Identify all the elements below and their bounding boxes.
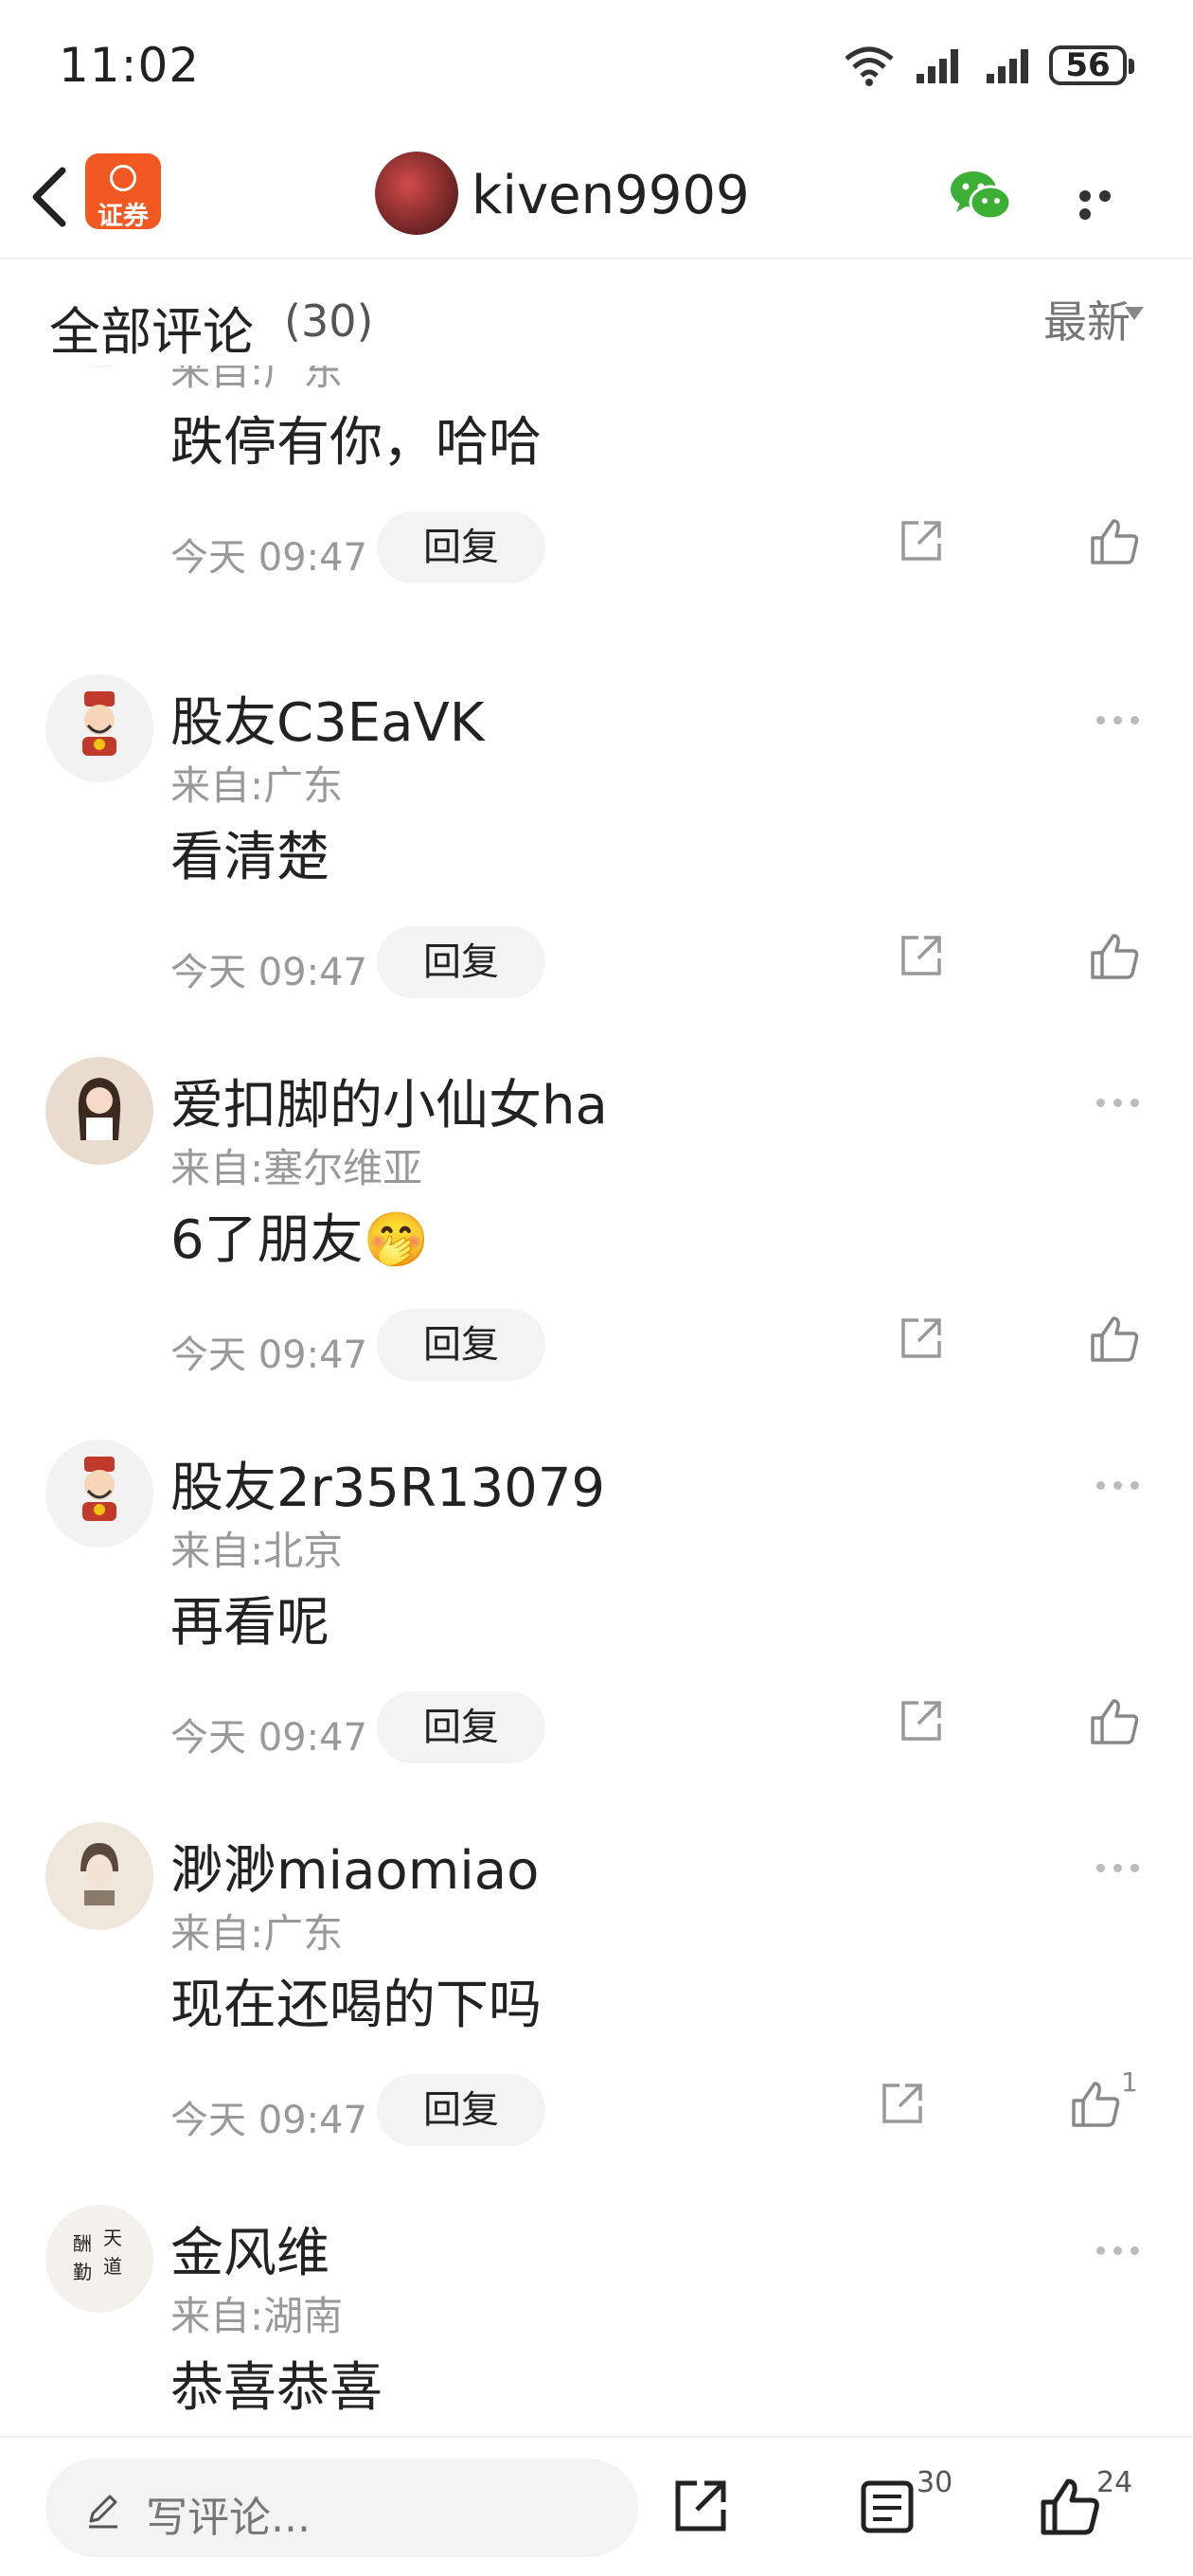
comment-item: 酬 天 勤 道 金风维 来自:湖南 恭喜恭喜 — [0, 2205, 1193, 2436]
battery-indicator: 56 — [1049, 45, 1134, 85]
comment-item: 股友C3EaVK 来自:广东 看清楚 今天 09:47 回复 — [0, 674, 1193, 1057]
signal-icon — [987, 49, 1028, 83]
avatar[interactable]: 酬 天 勤 道 — [45, 2205, 153, 2313]
comment-more-icon[interactable] — [1096, 1476, 1149, 1490]
comment-author[interactable]: 股友2r35R13079 — [170, 1445, 605, 1522]
avatar[interactable] — [45, 1057, 153, 1165]
bottom-action-bar: 写评论... 30 24 — [0, 2436, 1193, 2576]
calligraphy-avatar-icon: 酬 天 勤 道 — [73, 2227, 122, 2283]
god-of-wealth-avatar-icon — [82, 691, 116, 756]
thumbs-up-icon[interactable] — [1070, 2078, 1121, 2129]
comment-list[interactable]: 来自:广东 跌停有你，哈哈 今天 09:47 回复 股友C3EaVK 来自:广东… — [0, 366, 1193, 2436]
comment-time: 今天 09:47 — [170, 2099, 367, 2142]
avatar[interactable] — [45, 366, 153, 367]
more-options-icon[interactable] — [1079, 188, 1138, 220]
comment-count-badge: 30 — [917, 2466, 953, 2499]
share-icon[interactable] — [879, 2080, 926, 2127]
thumbs-up-icon[interactable] — [1089, 515, 1140, 566]
comment-time: 今天 09:47 — [170, 1333, 367, 1377]
status-time: 11:02 — [59, 38, 201, 93]
brand-label: 证券 — [98, 202, 149, 231]
comment-location: 来自:北京 — [170, 1528, 344, 1574]
comment-item: 股友2r35R13079 来自:北京 再看呢 今天 09:47 回复 — [0, 1440, 1193, 1822]
comment-text: 看清楚 — [170, 827, 329, 888]
comment-author[interactable]: 金风维 — [170, 2210, 329, 2287]
wechat-icon[interactable] — [947, 161, 1015, 229]
share-icon[interactable] — [898, 932, 945, 979]
god-of-wealth-avatar-icon — [82, 1457, 116, 1521]
comment-location: 来自:广东 — [170, 762, 344, 809]
thumbs-up-icon[interactable] — [1040, 2476, 1100, 2536]
like-count-badge: 24 — [1096, 2466, 1133, 2499]
comment-text: 跌停有你，哈哈 — [170, 412, 542, 474]
comment-item: 来自:广东 跌停有你，哈哈 今天 09:47 回复 — [0, 366, 1193, 642]
comment-location: 来自:塞尔维亚 — [170, 1145, 423, 1191]
comment-text: 再看呢 — [170, 1592, 329, 1654]
comments-header: 全部评论 (30) 最新 — [0, 261, 1193, 366]
sort-dropdown[interactable]: 最新 — [1043, 288, 1131, 350]
comment-author[interactable]: 爱扣脚的小仙女ha — [170, 1063, 608, 1139]
like-count: 1 — [1121, 2066, 1138, 2098]
share-icon[interactable] — [898, 1315, 945, 1362]
top-nav: 证券 kiven9909 — [0, 133, 1193, 259]
comment-author[interactable]: 股友C3EaVK — [170, 680, 484, 757]
share-icon[interactable] — [898, 517, 945, 564]
comment-time: 今天 09:47 — [170, 951, 367, 994]
chevron-down-icon[interactable] — [1125, 307, 1144, 320]
avatar[interactable] — [45, 1822, 153, 1930]
comment-location: 来自:湖南 — [170, 2293, 344, 2339]
wifi-icon — [845, 46, 894, 86]
comment-text: 恭喜恭喜 — [170, 2357, 383, 2419]
comment-input[interactable]: 写评论... — [45, 2459, 638, 2557]
pen-icon — [89, 2495, 117, 2529]
comment-more-icon[interactable] — [1096, 710, 1149, 724]
comment-more-icon[interactable] — [1096, 2241, 1149, 2255]
comment-author[interactable]: 渺渺miaomiao — [170, 1828, 539, 1905]
avatar[interactable] — [45, 1440, 153, 1547]
thumbs-up-icon[interactable] — [1089, 1695, 1140, 1746]
comment-more-icon[interactable] — [1096, 1093, 1149, 1107]
reply-button[interactable]: 回复 — [377, 926, 545, 998]
comments-title: 全部评论 — [49, 302, 254, 362]
logo-mark-icon — [110, 165, 136, 191]
avatar[interactable] — [45, 674, 153, 782]
comment-input-placeholder: 写评论... — [146, 2494, 311, 2542]
author-avatar[interactable] — [375, 152, 458, 235]
comment-text: 现在还喝的下吗 — [170, 1975, 542, 2036]
reply-button[interactable]: 回复 — [377, 1691, 545, 1763]
comment-item: 爱扣脚的小仙女ha 来自:塞尔维亚 6了朋友🤭 今天 09:47 回复 — [0, 1057, 1193, 1440]
svg-text:道: 道 — [103, 2255, 122, 2278]
comments-count: (30) — [284, 295, 374, 347]
svg-text:勤: 勤 — [73, 2261, 92, 2283]
comment-text: 6了朋友🤭 — [170, 1209, 430, 1271]
svg-text:天: 天 — [103, 2227, 122, 2249]
comment-more-icon[interactable] — [1096, 1858, 1149, 1872]
comments-icon[interactable] — [860, 2479, 915, 2534]
back-icon[interactable] — [23, 159, 80, 235]
author-username[interactable]: kiven9909 — [472, 165, 750, 226]
thumbs-up-icon[interactable] — [1089, 930, 1140, 981]
reply-button[interactable]: 回复 — [377, 2074, 545, 2146]
share-icon[interactable] — [672, 2478, 729, 2534]
thumbs-up-icon[interactable] — [1089, 1313, 1140, 1364]
status-bar: 11:02 56 — [0, 0, 1193, 133]
portrait-avatar-icon — [80, 1843, 118, 1905]
svg-text:酬: 酬 — [73, 2232, 92, 2255]
reply-button[interactable]: 回复 — [377, 1309, 545, 1381]
signal-icon — [917, 49, 958, 83]
comment-time: 今天 09:47 — [170, 1716, 367, 1760]
comment-location: 来自:广东 — [170, 366, 344, 394]
comment-time: 今天 09:47 — [170, 536, 367, 580]
comment-location: 来自:广东 — [170, 1910, 344, 1957]
girl-avatar-icon — [78, 1078, 121, 1140]
brand-logo[interactable]: 证券 — [85, 153, 161, 231]
reply-button[interactable]: 回复 — [377, 511, 545, 583]
comment-item: 渺渺miaomiao 来自:广东 现在还喝的下吗 今天 09:47 回复 1 — [0, 1822, 1193, 2205]
share-icon[interactable] — [898, 1697, 945, 1744]
